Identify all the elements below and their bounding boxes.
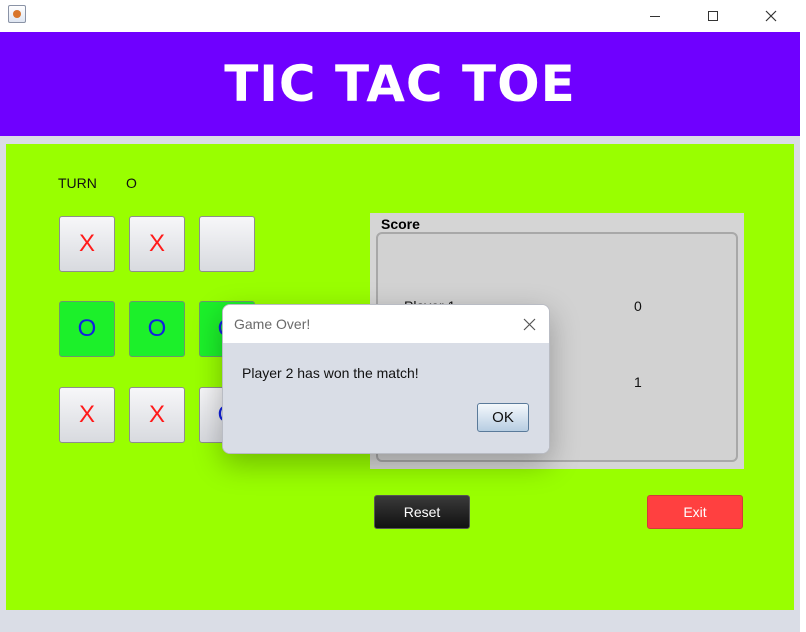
close-window-button[interactable] bbox=[742, 0, 800, 32]
dialog-close-button[interactable] bbox=[519, 314, 539, 334]
cell-2-0[interactable]: X bbox=[59, 387, 115, 443]
score-title: Score bbox=[381, 216, 420, 232]
maximize-icon bbox=[708, 11, 718, 21]
cell-0-0[interactable]: X bbox=[59, 216, 115, 272]
game-over-dialog: Game Over! Player 2 has won the match! O… bbox=[222, 304, 550, 454]
ok-button[interactable]: OK bbox=[477, 403, 529, 432]
player1-score: 0 bbox=[634, 298, 642, 314]
cell-0-1[interactable]: X bbox=[129, 216, 185, 272]
cell-2-1[interactable]: X bbox=[129, 387, 185, 443]
minimize-icon bbox=[650, 15, 660, 17]
dialog-titlebar: Game Over! bbox=[223, 305, 549, 343]
header-banner: TIC TAC TOE bbox=[0, 32, 800, 136]
turn-value: O bbox=[126, 175, 137, 191]
dialog-title: Game Over! bbox=[234, 316, 311, 332]
bottom-strip bbox=[0, 610, 800, 632]
page-title: TIC TAC TOE bbox=[224, 55, 576, 113]
dialog-body: Player 2 has won the match! OK bbox=[223, 343, 549, 453]
exit-button[interactable]: Exit bbox=[647, 495, 743, 529]
maximize-button[interactable] bbox=[684, 0, 742, 32]
cell-0-2[interactable] bbox=[199, 216, 255, 272]
window-edge bbox=[800, 32, 806, 632]
cell-1-0[interactable]: O bbox=[59, 301, 115, 357]
turn-label: TURN bbox=[58, 175, 97, 191]
reset-button[interactable]: Reset bbox=[374, 495, 470, 529]
java-cup-icon bbox=[8, 5, 26, 23]
dialog-message: Player 2 has won the match! bbox=[242, 365, 419, 381]
minimize-button[interactable] bbox=[626, 0, 684, 32]
cell-1-1[interactable]: O bbox=[129, 301, 185, 357]
close-icon bbox=[765, 10, 777, 22]
close-icon bbox=[523, 318, 535, 330]
window-titlebar bbox=[0, 0, 806, 32]
player2-score: 1 bbox=[634, 374, 642, 390]
